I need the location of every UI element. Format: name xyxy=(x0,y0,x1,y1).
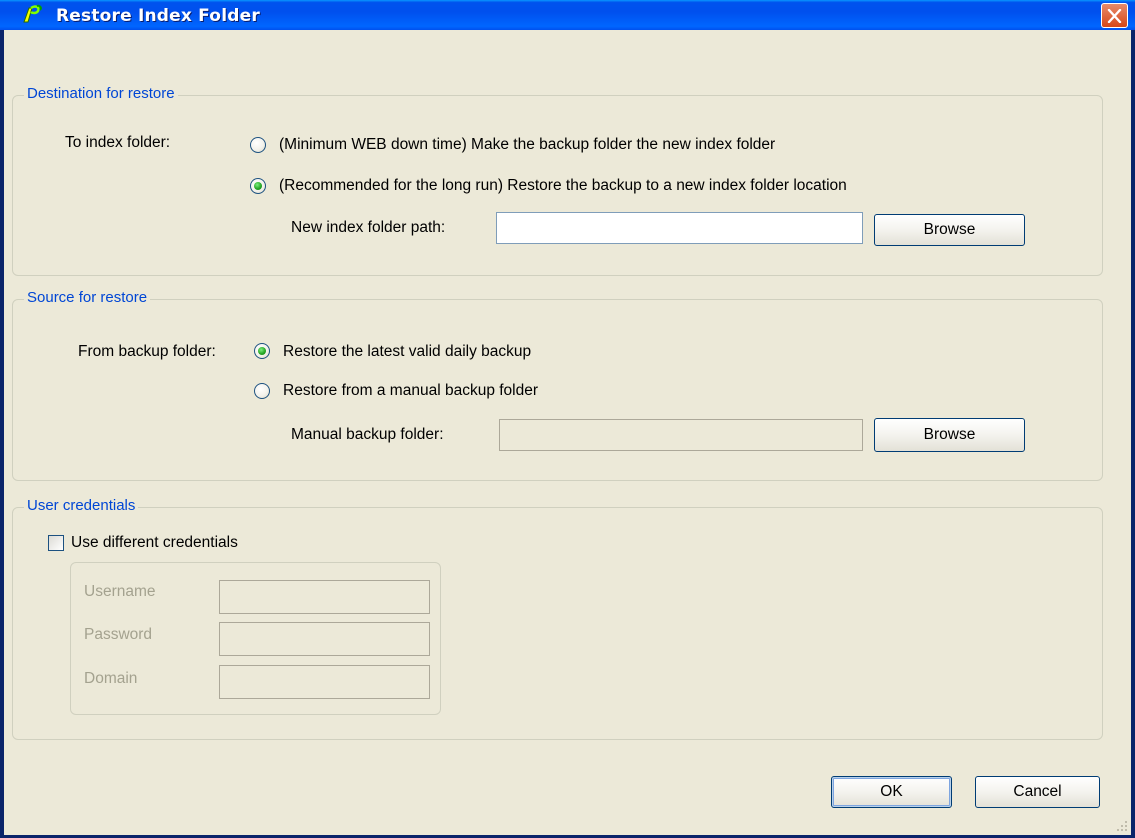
use-different-credentials-checkbox[interactable] xyxy=(48,535,64,551)
app-logo-icon xyxy=(20,3,50,27)
new-index-folder-path-input[interactable] xyxy=(496,212,863,244)
new-index-folder-path-label: New index folder path: xyxy=(291,219,446,236)
browse-new-path-button[interactable]: Browse xyxy=(874,214,1025,246)
title-bar[interactable]: Restore Index Folder xyxy=(0,0,1135,30)
credentials-legend: User credentials xyxy=(24,497,139,514)
ok-button[interactable]: OK xyxy=(831,776,952,808)
window-title: Restore Index Folder xyxy=(56,6,260,26)
radio-min-downtime-label[interactable]: (Minimum WEB down time) Make the backup … xyxy=(279,136,775,154)
new-index-folder-path-field[interactable] xyxy=(497,213,862,243)
manual-backup-folder-label: Manual backup folder: xyxy=(291,426,444,443)
username-label: Username xyxy=(84,583,156,600)
dialog-body: Destination for restore To index folder:… xyxy=(4,30,1131,835)
use-different-credentials-label[interactable]: Use different credentials xyxy=(71,534,238,552)
radio-manual-folder[interactable] xyxy=(254,383,270,399)
username-field[interactable] xyxy=(220,581,429,613)
manual-backup-folder-field[interactable] xyxy=(500,420,862,450)
radio-manual-folder-label[interactable]: Restore from a manual backup folder xyxy=(283,382,538,400)
radio-recommended-label[interactable]: (Recommended for the long run) Restore t… xyxy=(279,177,847,195)
password-field[interactable] xyxy=(220,623,429,655)
cancel-button[interactable]: Cancel xyxy=(975,776,1100,808)
domain-field[interactable] xyxy=(220,666,429,698)
destination-legend: Destination for restore xyxy=(24,85,178,102)
password-label: Password xyxy=(84,626,153,643)
radio-latest-daily[interactable] xyxy=(254,343,270,359)
radio-recommended[interactable] xyxy=(250,178,266,194)
source-legend: Source for restore xyxy=(24,289,151,306)
domain-label: Domain xyxy=(84,670,138,687)
radio-latest-daily-label[interactable]: Restore the latest valid daily backup xyxy=(283,343,531,361)
radio-min-downtime[interactable] xyxy=(250,137,266,153)
domain-input[interactable] xyxy=(219,665,430,699)
from-backup-folder-label: From backup folder: xyxy=(78,343,216,360)
close-button[interactable] xyxy=(1101,3,1128,28)
source-group: Source for restore xyxy=(12,289,1103,481)
browse-manual-folder-button[interactable]: Browse xyxy=(874,418,1025,452)
password-input[interactable] xyxy=(219,622,430,656)
resize-grip-icon[interactable] xyxy=(1116,820,1128,832)
close-icon xyxy=(1107,9,1122,23)
restore-index-folder-dialog: Restore Index Folder Destination for res… xyxy=(0,0,1135,838)
manual-backup-folder-input[interactable] xyxy=(499,419,863,451)
to-index-folder-label: To index folder: xyxy=(65,134,171,151)
username-input[interactable] xyxy=(219,580,430,614)
